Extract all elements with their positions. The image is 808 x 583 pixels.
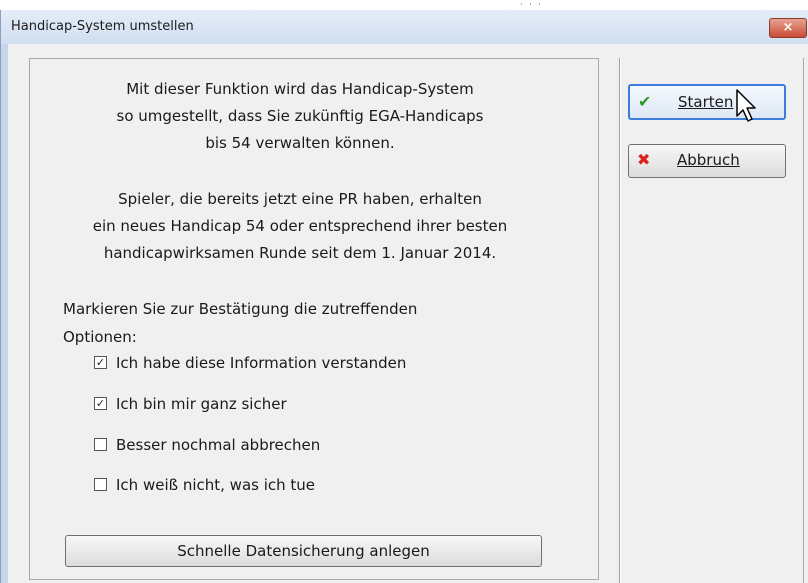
title-bar[interactable]: Handicap-System umstellen × xyxy=(1,10,808,44)
option-label: Ich bin mir ganz sicher xyxy=(116,395,287,413)
checkbox-better-cancel[interactable] xyxy=(94,438,107,451)
cancel-label: Abbruch xyxy=(677,151,740,169)
cancel-button[interactable]: ✖ Abbruch xyxy=(628,144,786,178)
info-line: so umgestellt, dass Sie zukünftig EGA-Ha… xyxy=(116,107,484,125)
confirmation-prompt: Markieren Sie zur Bestätigung die zutref… xyxy=(63,295,417,351)
close-icon: × xyxy=(782,20,794,35)
option-label: Besser nochmal abbrechen xyxy=(116,436,321,454)
start-label: Starten xyxy=(678,93,734,111)
x-icon: ✖ xyxy=(637,150,651,169)
dialog-window: Handicap-System umstellen × Mit dieser F… xyxy=(0,10,808,583)
info-line: Mit dieser Funktion wird das Handicap-Sy… xyxy=(126,80,474,98)
check-icon: ✔ xyxy=(638,92,652,111)
start-button[interactable]: ✔ Starten xyxy=(628,84,786,120)
option-label: Ich weiß nicht, was ich tue xyxy=(116,476,316,494)
checkbox-understood[interactable]: ✓ xyxy=(94,356,107,369)
quick-backup-label: Schnelle Datensicherung anlegen xyxy=(177,542,430,560)
info-paragraph-1: Mit dieser Funktion wird das Handicap-Sy… xyxy=(15,76,585,157)
prompt-line-2: Optionen: xyxy=(63,328,137,346)
info-line: handicapwirksamen Runde seit dem 1. Janu… xyxy=(103,244,497,262)
window-title: Handicap-System umstellen xyxy=(11,19,194,34)
info-line: Spieler, die bereits jetzt eine PR haben… xyxy=(118,190,482,208)
background-window-fragment: · · · xyxy=(520,0,543,9)
close-button[interactable]: × xyxy=(769,18,807,38)
prompt-line-1: Markieren Sie zur Bestätigung die zutref… xyxy=(63,300,418,318)
vertical-divider xyxy=(619,58,621,583)
quick-backup-button[interactable]: Schnelle Datensicherung anlegen xyxy=(65,535,542,567)
info-line: ein neues Handicap 54 oder entsprechend … xyxy=(92,217,508,235)
info-paragraph-2: Spieler, die bereits jetzt eine PR haben… xyxy=(15,186,585,267)
option-label: Ich habe diese Information verstanden xyxy=(116,354,407,372)
info-line: bis 54 verwalten können. xyxy=(205,134,395,152)
mouse-pointer-icon xyxy=(736,89,756,122)
dialog-client-area: Mit dieser Funktion wird das Handicap-Sy… xyxy=(8,44,808,583)
checkbox-dont-know[interactable] xyxy=(94,478,107,491)
right-border-line xyxy=(803,58,804,583)
checkbox-very-sure[interactable]: ✓ xyxy=(94,397,107,410)
